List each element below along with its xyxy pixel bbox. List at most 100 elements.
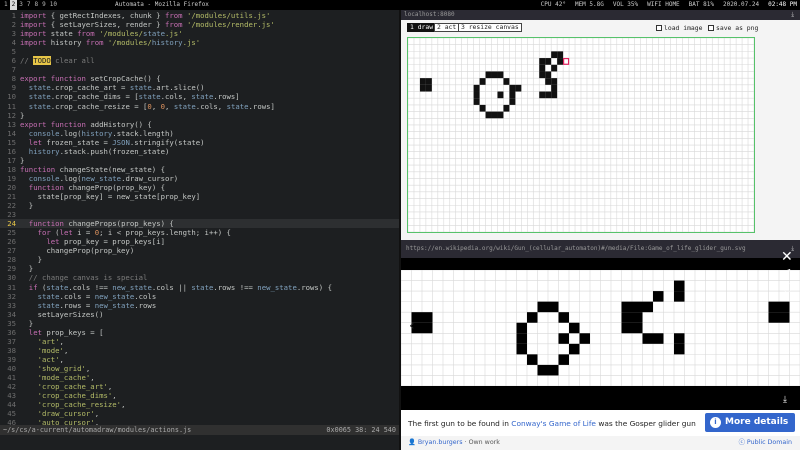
workspace-3[interactable]: 3 — [17, 0, 25, 10]
user-icon: 👤 — [408, 439, 416, 446]
line-number: 4 — [11, 38, 16, 48]
cpu-status: CPU 42° — [540, 1, 566, 8]
download-icon[interactable]: ⤓ — [791, 10, 794, 20]
code-line[interactable]: 18 function changeState(new_state) { — [0, 165, 399, 174]
author-link[interactable]: Bryan.burgers — [418, 439, 463, 446]
code-line[interactable]: 36 let prop_keys = [ — [0, 328, 399, 337]
code-line[interactable]: 33 state.rows = new_state.rows — [0, 301, 399, 310]
prev-icon[interactable]: ‹ — [409, 319, 415, 333]
more-details-button[interactable]: i More details — [705, 413, 795, 432]
workspace-8[interactable]: 8 — [33, 0, 41, 10]
code-line[interactable]: 28 } — [0, 255, 399, 264]
code-line[interactable]: 44 'crop_cache_resize', — [0, 400, 399, 409]
code-line[interactable]: 20 function changeProp(prop_key) { — [0, 183, 399, 192]
code-line[interactable]: 6 // TODO clear all — [0, 56, 399, 66]
line-number: 32 — [7, 291, 16, 301]
code-line[interactable]: 17} — [0, 156, 399, 165]
image-viewer[interactable] — [401, 270, 800, 386]
code-line[interactable]: 37 'art', — [0, 337, 399, 346]
live-cell — [509, 98, 516, 105]
code-line[interactable]: 27 changeProp(prop_key) — [0, 246, 399, 255]
code-text: if (state.cols !== new_state.cols || sta… — [28, 282, 332, 292]
code-line[interactable]: 22 } — [0, 201, 399, 210]
code-line[interactable]: 25 for (let i = 0; i < prop_keys.length;… — [0, 228, 399, 237]
code-line[interactable]: 15 let frozen_state = JSON.stringify(sta… — [0, 138, 399, 147]
workspace-7[interactable]: 7 — [25, 0, 33, 10]
code-line[interactable]: 11 state.crop_cache_resize = [0, 0, stat… — [0, 102, 399, 111]
code-line[interactable]: 14 console.log(history.stack.length) — [0, 129, 399, 138]
code-line[interactable]: 24 function changeProps(prop_keys) { — [0, 219, 399, 229]
code-line[interactable]: 45 'draw_cursor', — [0, 409, 399, 418]
expand-icon[interactable]: ⤢ — [783, 268, 790, 279]
line-number: 6 — [11, 56, 16, 66]
wiki-url-bar[interactable]: https://en.wikipedia.org/wiki/Gun_(cellu… — [401, 240, 800, 258]
workspace-10[interactable]: 10 — [48, 0, 59, 10]
line-number: 35 — [7, 318, 16, 328]
live-cell — [419, 84, 426, 92]
download-icon[interactable]: ⤓ — [783, 395, 787, 406]
code-line[interactable]: 32 state.cols = new_state.cols — [0, 292, 399, 301]
caption-suffix: was the Gosper glider gun — [595, 419, 696, 428]
code-line[interactable]: 3 import state from '/modules/state.js' — [0, 29, 399, 38]
code-line[interactable]: 31 if (state.cols !== new_state.cols || … — [0, 283, 399, 292]
code-line[interactable]: 8 export function setCropCache() { — [0, 74, 399, 83]
code-line[interactable]: 40 'show_grid', — [0, 364, 399, 373]
code-line[interactable]: 4 import history from '/modules/history.j… — [0, 38, 399, 47]
code-line[interactable]: 41 'mode_cache', — [0, 373, 399, 382]
caption-link[interactable]: Conway's Game of Life — [511, 419, 596, 428]
workspace-1[interactable]: 1 — [2, 0, 10, 10]
code-line[interactable]: 7 — [0, 65, 399, 74]
code-line[interactable]: 16 history.stack.push(frozen_state) — [0, 147, 399, 156]
code-line[interactable]: 39 'act', — [0, 355, 399, 364]
line-number: 43 — [7, 391, 16, 401]
code-line[interactable]: 38 'mode', — [0, 346, 399, 355]
line-number: 45 — [7, 409, 16, 419]
workspace-2[interactable]: 2 — [9, 0, 18, 10]
code-line[interactable]: 2 import { setLayerSizes, render } from '… — [0, 20, 399, 29]
live-cell — [545, 71, 552, 79]
code-line[interactable]: 10 state.crop_cache_dims = [state.cols, … — [0, 92, 399, 101]
code-line[interactable]: 12} — [0, 111, 399, 120]
license-link[interactable]: ⓒ Public Domain — [739, 436, 792, 450]
code-text: state.rows = new_state.rows — [37, 300, 157, 310]
code-line[interactable]: 35 } — [0, 319, 399, 328]
wikipedia-media-viewer: ✕ ‹ ⤢ ⓘ ⤓ The first gun to be found in C… — [401, 250, 800, 450]
code-line[interactable]: 46 'auto_cursor', — [0, 418, 399, 425]
code-text: import state from '/modules/state.js' — [20, 29, 183, 39]
code-line[interactable]: 26 let prop_key = prop_keys[i] — [0, 237, 399, 246]
load-image-button[interactable]: load image — [656, 23, 702, 33]
code-text: 'art', — [37, 336, 64, 346]
command-line[interactable] — [0, 435, 399, 450]
code-line[interactable]: 21 state[prop_key] = new_state[prop_key] — [0, 192, 399, 201]
live-cell — [503, 104, 510, 112]
resize-canvas-button[interactable]: 3 resize canvas — [458, 23, 522, 32]
code-line[interactable]: 1 import { getRectIndexes, chunk } from '… — [0, 11, 399, 20]
close-icon[interactable]: ✕ — [781, 250, 793, 264]
caption-prefix: The first gun to be found in — [408, 419, 512, 428]
code-line[interactable]: 29 } — [0, 264, 399, 273]
code-line[interactable]: 23 — [0, 210, 399, 219]
glider-gun-image — [401, 270, 800, 386]
code-line[interactable]: 13 export function addHistory() { — [0, 120, 399, 129]
load-image-label: load image — [664, 24, 703, 32]
code-editor[interactable]: 1 import { getRectIndexes, chunk } from '… — [0, 10, 399, 425]
code-line[interactable]: 9 state.crop_cache_art = state.art.slice… — [0, 83, 399, 92]
browser-url-bar[interactable]: localhost:8080 ⤓ — [401, 10, 800, 20]
automata-canvas[interactable] — [407, 37, 755, 233]
live-cell — [674, 280, 685, 292]
code-line[interactable]: 34 setLayerSizes() — [0, 310, 399, 319]
draw-tool-button[interactable]: 1 draw — [407, 23, 437, 32]
line-number: 26 — [7, 237, 16, 247]
code-line[interactable]: 43 'crop_cache_dims', — [0, 391, 399, 400]
info-icon[interactable]: ⓘ — [783, 284, 792, 295]
code-text: function changeProp(prop_key) { — [28, 182, 165, 192]
save-png-button[interactable]: save as png — [708, 23, 758, 33]
code-line[interactable]: 5 — [0, 47, 399, 56]
act-tool-button[interactable]: 2 act — [434, 23, 460, 32]
code-line[interactable]: 42 'crop_cache_art', — [0, 382, 399, 391]
code-line[interactable]: 19 console.log(new_state.draw_cursor) — [0, 174, 399, 183]
workspace-9[interactable]: 9 — [40, 0, 48, 10]
code-text: state.crop_cache_dims = [state.cols, sta… — [28, 92, 240, 102]
code-line[interactable]: 30 // change canvas is special — [0, 273, 399, 282]
save-png-label: save as png — [716, 24, 759, 32]
